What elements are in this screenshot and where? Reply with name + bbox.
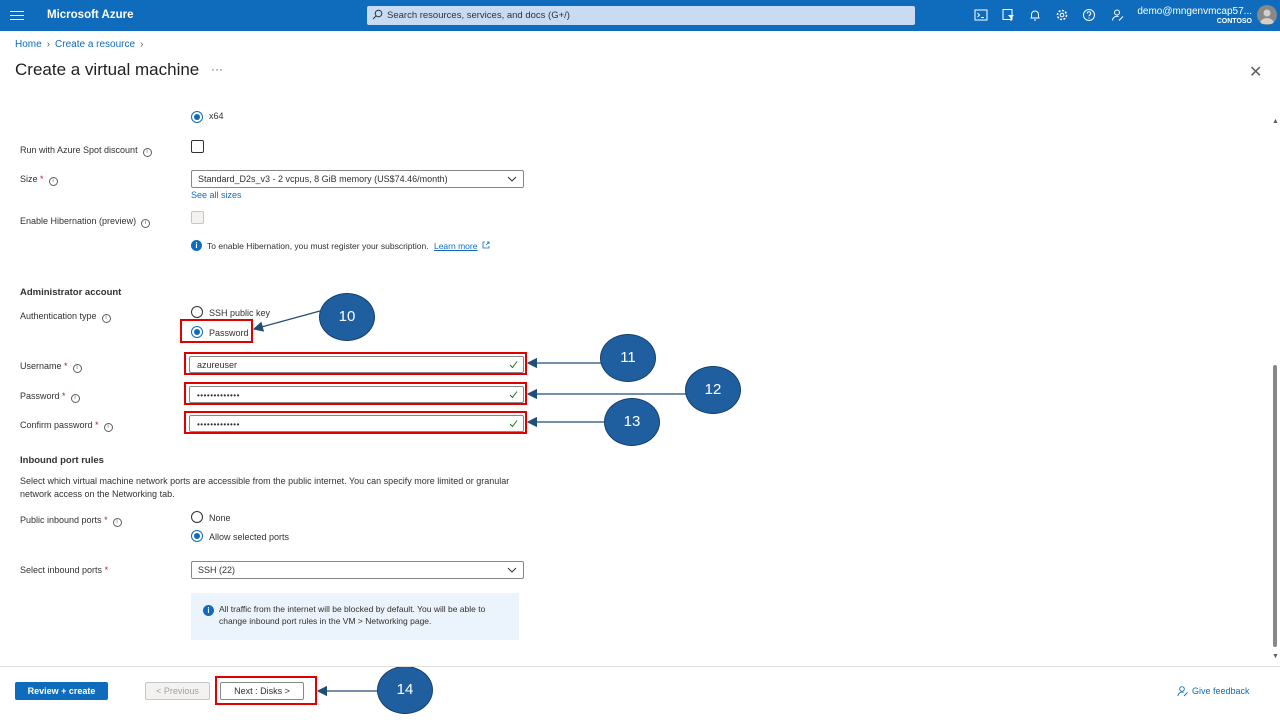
highlight-next-button [215,676,317,705]
give-feedback-link[interactable]: Give feedback [1192,686,1250,696]
scroll-up-arrow-icon[interactable]: ▲ [1272,118,1279,125]
callout-10: 10 [319,293,375,341]
scrollbar-thumb[interactable] [1273,365,1277,647]
callout-13: 13 [604,398,660,446]
arrow-10 [252,310,321,332]
callout-12: 12 [685,366,741,414]
app-root: Microsoft Azure Search resources, servic… [0,0,1280,720]
callout-14: 14 [377,666,433,714]
footer-divider [0,666,1280,667]
previous-button[interactable]: < Previous [145,682,210,700]
scroll-down-arrow-icon[interactable]: ▼ [1272,653,1279,660]
review-create-button[interactable]: Review + create [15,682,108,700]
give-feedback-icon[interactable] [1176,685,1188,697]
callout-11: 11 [600,334,656,382]
